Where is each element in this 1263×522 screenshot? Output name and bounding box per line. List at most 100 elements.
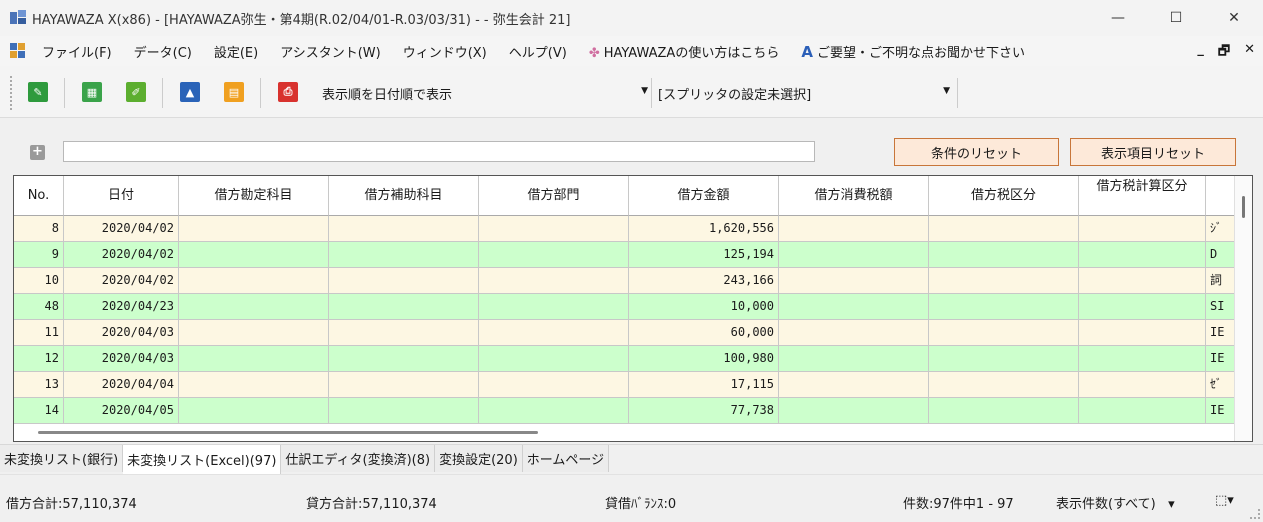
expand-filter-icon[interactable]: + bbox=[30, 145, 45, 160]
mdi-child-icon[interactable] bbox=[10, 43, 26, 59]
cell-debit-amount[interactable]: 77,738 bbox=[629, 398, 779, 424]
splitter-select[interactable]: [スプリッタの設定未選択] ▼ bbox=[658, 82, 950, 104]
cell-debit-department[interactable] bbox=[479, 320, 629, 346]
tab-homepage[interactable]: ホームページ bbox=[522, 445, 610, 472]
cell-debit-account[interactable] bbox=[179, 320, 329, 346]
spreadsheet-icon[interactable]: ▦ bbox=[82, 82, 102, 102]
cell-date[interactable]: 2020/04/05 bbox=[64, 398, 179, 424]
cell-debit-amount[interactable]: 243,166 bbox=[629, 268, 779, 294]
menu-file[interactable]: ファイル(F) bbox=[42, 42, 112, 61]
cell-extra[interactable]: IE bbox=[1206, 398, 1236, 424]
tab-journal-editor[interactable]: 仕訳エディタ(変換済)(8) bbox=[281, 445, 436, 472]
header-debit-department[interactable]: 借方部門 bbox=[479, 176, 629, 216]
cell-debit-tax-amount[interactable] bbox=[779, 216, 929, 242]
reset-conditions-button[interactable]: 条件のリセット bbox=[894, 138, 1059, 166]
cell-debit-account[interactable] bbox=[179, 268, 329, 294]
mdi-restore-button[interactable]: 🗗 bbox=[1218, 42, 1230, 64]
cell-debit-tax-category[interactable] bbox=[929, 398, 1079, 424]
cell-date[interactable]: 2020/04/23 bbox=[64, 294, 179, 320]
cell-debit-account[interactable] bbox=[179, 346, 329, 372]
resize-grip-icon[interactable] bbox=[1250, 509, 1260, 519]
menu-feedback[interactable]: A ご要望・ご不明な点お聞かせ下さい bbox=[801, 42, 1025, 61]
cell-debit-subaccount[interactable] bbox=[329, 216, 479, 242]
excel-export-icon[interactable]: ⎙ bbox=[278, 82, 298, 102]
cell-debit-amount[interactable]: 1,620,556 bbox=[629, 216, 779, 242]
cell-date[interactable]: 2020/04/03 bbox=[64, 320, 179, 346]
cell-debit-tax-category[interactable] bbox=[929, 242, 1079, 268]
display-count-select[interactable]: 表示件数(すべて) ▾ bbox=[1056, 493, 1175, 512]
filter-input[interactable] bbox=[63, 141, 815, 162]
cell-extra[interactable]: D bbox=[1206, 242, 1236, 268]
cell-debit-tax-category[interactable] bbox=[929, 268, 1079, 294]
cell-debit-tax-category[interactable] bbox=[929, 372, 1079, 398]
cell-debit-tax-calc[interactable] bbox=[1079, 268, 1206, 294]
tab-unconverted-bank[interactable]: 未変換リスト(銀行) bbox=[0, 445, 124, 472]
layout-dropdown-icon[interactable]: ⬚▾ bbox=[1215, 493, 1234, 508]
menu-help[interactable]: ヘルプ(V) bbox=[509, 42, 567, 61]
menu-assistant[interactable]: アシスタント(W) bbox=[280, 42, 380, 61]
cell-extra[interactable]: ｾﾞ bbox=[1206, 372, 1236, 398]
reset-columns-button[interactable]: 表示項目リセット bbox=[1070, 138, 1236, 166]
cell-debit-subaccount[interactable] bbox=[329, 372, 479, 398]
cell-debit-tax-amount[interactable] bbox=[779, 242, 929, 268]
cell-date[interactable]: 2020/04/02 bbox=[64, 216, 179, 242]
cell-date[interactable]: 2020/04/02 bbox=[64, 242, 179, 268]
new-doc-icon[interactable]: ✎ bbox=[28, 82, 48, 102]
cell-debit-account[interactable] bbox=[179, 294, 329, 320]
cell-debit-tax-calc[interactable] bbox=[1079, 346, 1206, 372]
table-row[interactable]: 8 2020/04/02 1,620,556 ｼﾞ bbox=[14, 216, 1236, 242]
header-debit-amount[interactable]: 借方金額 bbox=[629, 176, 779, 216]
horizontal-scrollbar[interactable] bbox=[38, 431, 538, 434]
cell-extra[interactable]: SI bbox=[1206, 294, 1236, 320]
cell-debit-tax-amount[interactable] bbox=[779, 294, 929, 320]
cell-debit-amount[interactable]: 10,000 bbox=[629, 294, 779, 320]
cell-debit-subaccount[interactable] bbox=[329, 242, 479, 268]
cell-debit-department[interactable] bbox=[479, 398, 629, 424]
cell-extra[interactable]: IE bbox=[1206, 346, 1236, 372]
sort-dropdown-arrow-icon[interactable]: ▼ bbox=[641, 86, 648, 96]
table-row[interactable]: 11 2020/04/03 60,000 IE bbox=[14, 320, 1236, 346]
tab-unconverted-excel[interactable]: 未変換リスト(Excel)(97) bbox=[123, 445, 282, 474]
cell-debit-tax-category[interactable] bbox=[929, 216, 1079, 242]
edit-icon[interactable]: ✐ bbox=[126, 82, 146, 102]
table-row[interactable]: 10 2020/04/02 243,166 詞 bbox=[14, 268, 1236, 294]
cell-debit-tax-amount[interactable] bbox=[779, 398, 929, 424]
cell-debit-tax-amount[interactable] bbox=[779, 268, 929, 294]
cell-debit-tax-calc[interactable] bbox=[1079, 294, 1206, 320]
mdi-close-button[interactable]: ✕ bbox=[1244, 42, 1255, 64]
cell-debit-subaccount[interactable] bbox=[329, 320, 479, 346]
header-debit-tax-category[interactable]: 借方税区分 bbox=[929, 176, 1079, 216]
cell-debit-tax-category[interactable] bbox=[929, 294, 1079, 320]
cell-debit-tax-amount[interactable] bbox=[779, 346, 929, 372]
menu-window[interactable]: ウィンドウ(X) bbox=[403, 42, 487, 61]
cell-date[interactable]: 2020/04/04 bbox=[64, 372, 179, 398]
cell-no[interactable]: 10 bbox=[14, 268, 64, 294]
cell-no[interactable]: 11 bbox=[14, 320, 64, 346]
table-row[interactable]: 48 2020/04/23 10,000 SI bbox=[14, 294, 1236, 320]
header-debit-tax-amount[interactable]: 借方消費税額 bbox=[779, 176, 929, 216]
cell-debit-tax-amount[interactable] bbox=[779, 372, 929, 398]
cell-debit-department[interactable] bbox=[479, 294, 629, 320]
toolbar-grip[interactable] bbox=[10, 76, 13, 110]
splitter-dropdown-arrow-icon[interactable]: ▼ bbox=[943, 86, 950, 96]
cell-debit-amount[interactable]: 60,000 bbox=[629, 320, 779, 346]
header-debit-tax-calc[interactable]: 借方税計算区分 bbox=[1079, 176, 1206, 216]
table-row[interactable]: 12 2020/04/03 100,980 IE bbox=[14, 346, 1236, 372]
minimize-button[interactable]: — bbox=[1089, 0, 1147, 36]
display-count-arrow-icon[interactable]: ▾ bbox=[1168, 497, 1175, 512]
cell-debit-subaccount[interactable] bbox=[329, 294, 479, 320]
cell-debit-tax-calc[interactable] bbox=[1079, 398, 1206, 424]
cell-debit-amount[interactable]: 125,194 bbox=[629, 242, 779, 268]
cell-no[interactable]: 14 bbox=[14, 398, 64, 424]
cell-date[interactable]: 2020/04/02 bbox=[64, 268, 179, 294]
cell-debit-department[interactable] bbox=[479, 346, 629, 372]
table-row[interactable]: 13 2020/04/04 17,115 ｾﾞ bbox=[14, 372, 1236, 398]
vertical-scroll-thumb[interactable] bbox=[1242, 196, 1245, 218]
cell-debit-subaccount[interactable] bbox=[329, 268, 479, 294]
menu-settings[interactable]: 設定(E) bbox=[214, 42, 258, 61]
tab-conversion-settings[interactable]: 変換設定(20) bbox=[435, 445, 523, 472]
cell-debit-tax-calc[interactable] bbox=[1079, 216, 1206, 242]
cell-debit-department[interactable] bbox=[479, 372, 629, 398]
vertical-scrollbar[interactable] bbox=[1234, 176, 1252, 441]
cell-debit-tax-calc[interactable] bbox=[1079, 242, 1206, 268]
